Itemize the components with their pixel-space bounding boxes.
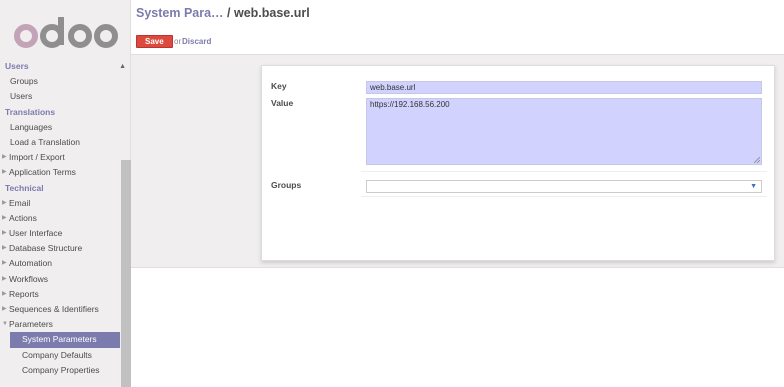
value-text: https://192.168.56.200	[370, 100, 450, 109]
sidebar-item-actions[interactable]: ▶ Actions	[0, 211, 120, 226]
collapse-caret-icon[interactable]: ▲	[119, 59, 126, 74]
sidebar-item-reports[interactable]: ▶ Reports	[0, 287, 120, 302]
expand-triangle-icon: ▶	[2, 214, 7, 221]
sidebar-item-load-translation[interactable]: Load a Translation	[0, 135, 120, 150]
sidebar-category-translations: Translations	[5, 106, 56, 117]
sidebar-category-technical: Technical	[5, 182, 44, 193]
sidebar-item-label: Import / Export	[9, 152, 65, 163]
sidebar-item-import-export[interactable]: ▶ Import / Export	[0, 150, 120, 165]
sidebar: Users ▲ Groups Users Translations Langua…	[0, 0, 131, 387]
save-button[interactable]: Save	[136, 35, 173, 48]
sidebar-item-company-defaults[interactable]: Company Defaults	[0, 348, 120, 363]
expand-triangle-icon: ▶	[2, 169, 7, 176]
expand-triangle-icon: ▶	[2, 290, 7, 297]
sidebar-item-label: Sequences & Identifiers	[9, 304, 99, 314]
sidebar-item-label: User Interface	[9, 228, 63, 239]
sidebar-item-parameters[interactable]: ▼ Parameters	[0, 317, 120, 332]
sidebar-item-label: Application Terms	[9, 167, 76, 178]
form-sheet: Key web.base.url Value https://192.168.5…	[261, 65, 775, 261]
groups-label: Groups	[271, 180, 302, 190]
divider	[361, 171, 767, 172]
resize-handle-icon[interactable]	[754, 157, 760, 163]
sidebar-menu: Users ▲ Groups Users Translations Langua…	[0, 59, 126, 378]
breadcrumb-current: web.base.url	[233, 6, 310, 20]
expand-triangle-icon: ▶	[2, 245, 7, 252]
sidebar-item-email[interactable]: ▶ Email	[0, 196, 120, 211]
expand-triangle-icon: ▶	[2, 275, 7, 282]
expand-triangle-icon: ▶	[2, 199, 7, 206]
or-text: or	[174, 37, 182, 46]
sidebar-item-users[interactable]: Users	[0, 89, 120, 104]
sidebar-item-languages[interactable]: Languages	[0, 120, 120, 135]
sidebar-item-user-interface[interactable]: ▶ User Interface	[0, 226, 120, 241]
sidebar-item-groups[interactable]: Groups	[0, 74, 120, 89]
sidebar-item-system-parameters[interactable]: System Parameters	[10, 332, 120, 348]
breadcrumb-separator: /	[223, 6, 234, 20]
sidebar-item-company-properties[interactable]: Company Properties	[0, 363, 120, 378]
sidebar-category-label: Users	[5, 61, 29, 71]
breadcrumb: System Para… / web.base.url	[136, 6, 310, 20]
control-panel: System Para… / web.base.url Save or Disc…	[131, 0, 784, 55]
sidebar-item-label: Reports	[9, 288, 39, 299]
expand-triangle-icon: ▶	[2, 260, 7, 267]
sidebar-item-label: Automation	[9, 258, 52, 269]
sidebar-item-application-terms[interactable]: ▶ Application Terms	[0, 165, 120, 180]
value-label: Value	[271, 98, 294, 108]
sidebar-item-label: Database Structure	[9, 243, 83, 254]
app-root: Users ▲ Groups Users Translations Langua…	[0, 0, 784, 387]
key-label: Key	[271, 81, 287, 91]
sidebar-category-users: Users ▲	[0, 59, 126, 74]
breadcrumb-parent-link[interactable]: System Para…	[136, 6, 224, 20]
expand-triangle-icon: ▶	[2, 154, 7, 161]
sidebar-item-label: Workflows	[9, 273, 49, 284]
groups-select[interactable]: ▼	[366, 180, 762, 193]
sidebar-item-automation[interactable]: ▶ Automation	[0, 256, 120, 271]
collapse-triangle-icon: ▼	[2, 321, 8, 328]
key-field[interactable]: web.base.url	[366, 81, 762, 94]
form-view: Key web.base.url Value https://192.168.5…	[131, 55, 784, 268]
sidebar-item-sequences-identifiers[interactable]: ▶ Sequences & Identifiers	[0, 302, 120, 317]
sidebar-item-label: Email	[9, 197, 31, 208]
sidebar-scrollbar[interactable]	[121, 160, 131, 387]
value-textarea[interactable]: https://192.168.56.200	[366, 98, 762, 165]
expand-triangle-icon: ▶	[2, 306, 7, 312]
sidebar-item-label: Actions	[9, 212, 37, 223]
divider	[361, 196, 767, 197]
dropdown-arrow-icon[interactable]: ▼	[750, 183, 757, 190]
discard-link[interactable]: Discard	[182, 37, 211, 46]
sidebar-item-label: Parameters	[9, 319, 53, 330]
sidebar-item-database-structure[interactable]: ▶ Database Structure	[0, 241, 120, 256]
expand-triangle-icon: ▶	[2, 230, 7, 237]
sidebar-item-workflows[interactable]: ▶ Workflows	[0, 272, 120, 287]
odoo-logo[interactable]	[14, 14, 118, 50]
